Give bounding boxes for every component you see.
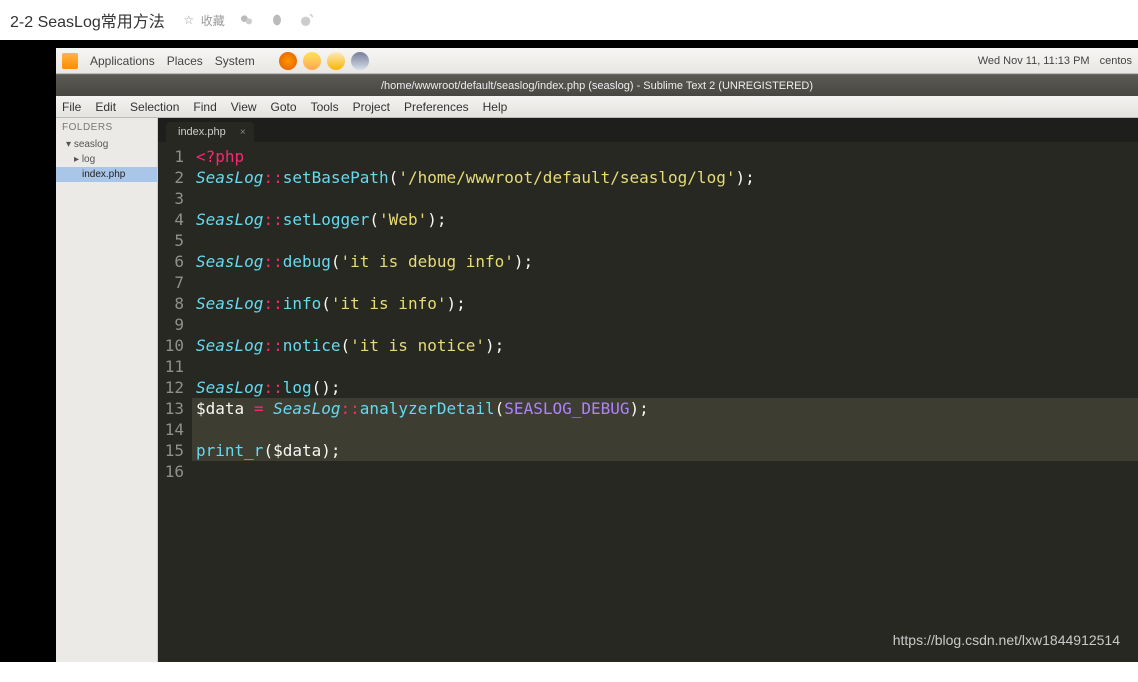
menu-project[interactable]: Project [353,100,390,114]
code-editor[interactable]: 12345678910111213141516 <?phpSeasLog::se… [158,142,1138,662]
sidebar: FOLDERS ▾ seaslog ▸ log index.php [56,118,158,662]
code-line[interactable] [192,461,1138,482]
gnome-left-section: Applications Places System [62,52,369,70]
gnome-user[interactable]: centos [1100,55,1132,67]
watermark: https://blog.csdn.net/lxw1844912514 [893,632,1120,648]
gnome-top-panel: Applications Places System Wed Nov 11, 1… [56,48,1138,74]
menu-file[interactable]: File [62,100,81,114]
page-title: 2-2 SeasLog常用方法 [10,8,165,32]
window-title-text: /home/wwwroot/default/seaslog/index.php … [381,80,813,92]
wechat-icon [239,12,255,28]
qq-icon [269,12,285,28]
menu-tools[interactable]: Tools [311,100,339,114]
sublime-window-title: /home/wwwroot/default/seaslog/index.php … [56,74,1138,96]
wechat-share-button[interactable] [239,12,255,28]
code-line[interactable] [192,188,1138,209]
tab-label: index.php [178,126,226,138]
favorite-label: 收藏 [201,12,225,29]
gnome-menu-applications[interactable]: Applications [90,54,155,68]
desktop-screenshot: Applications Places System Wed Nov 11, 1… [56,48,1138,662]
text-editor-icon[interactable] [327,52,345,70]
favorite-button[interactable]: ☆ 收藏 [181,12,225,29]
sidebar-file-index[interactable]: index.php [56,167,157,182]
gnome-menu-places[interactable]: Places [167,54,203,68]
ide-body: FOLDERS ▾ seaslog ▸ log index.php index.… [56,118,1138,662]
terminal-icon[interactable] [351,52,369,70]
star-icon: ☆ [181,12,197,28]
gnome-menu-system[interactable]: System [215,54,255,68]
qq-share-button[interactable] [269,12,285,28]
weibo-icon [299,12,315,28]
menu-selection[interactable]: Selection [130,100,179,114]
gnome-menus: Applications Places System [90,54,255,68]
code-line[interactable] [192,419,1138,440]
code-line[interactable] [192,230,1138,251]
firefox-icon[interactable] [279,52,297,70]
code-line[interactable] [192,356,1138,377]
code-line[interactable]: print_r($data); [192,440,1138,461]
code-line[interactable]: SeasLog::setLogger('Web'); [192,209,1138,230]
tab-index-php[interactable]: index.php × [166,122,254,142]
code-line[interactable]: SeasLog::log(); [192,377,1138,398]
code-line[interactable]: SeasLog::notice('it is notice'); [192,335,1138,356]
code-line[interactable]: $data = SeasLog::analyzerDetail(SEASLOG_… [192,398,1138,419]
menu-find[interactable]: Find [193,100,216,114]
code-line[interactable]: SeasLog::info('it is info'); [192,293,1138,314]
weibo-share-button[interactable] [299,12,315,28]
menu-view[interactable]: View [231,100,257,114]
editor-area: index.php × 12345678910111213141516 <?ph… [158,118,1138,662]
page-header: 2-2 SeasLog常用方法 ☆ 收藏 [0,0,1138,40]
code-line[interactable] [192,272,1138,293]
gnome-foot-icon[interactable] [62,53,78,69]
sublime-menu-bar: File Edit Selection Find View Goto Tools Projec… [56,96,1138,118]
code-line[interactable]: SeasLog::setBasePath('/home/wwwroot/defa… [192,167,1138,188]
header-actions: ☆ 收藏 [181,12,315,29]
sidebar-header: FOLDERS [56,118,157,137]
code-line[interactable] [192,314,1138,335]
menu-edit[interactable]: Edit [95,100,116,114]
line-numbers: 12345678910111213141516 [158,146,192,662]
gnome-datetime[interactable]: Wed Nov 11, 11:13 PM [978,55,1090,67]
menu-help[interactable]: Help [483,100,508,114]
gnome-right-section: Wed Nov 11, 11:13 PM centos [978,55,1132,67]
sidebar-root-folder[interactable]: ▾ seaslog [56,137,157,152]
close-icon[interactable]: × [240,127,246,138]
code-content[interactable]: <?phpSeasLog::setBasePath('/home/wwwroot… [192,146,1138,662]
code-line[interactable]: SeasLog::debug('it is debug info'); [192,251,1138,272]
video-container: Applications Places System Wed Nov 11, 1… [0,40,1138,662]
menu-goto[interactable]: Goto [271,100,297,114]
gnome-launcher-icons [279,52,369,70]
tab-bar: index.php × [158,118,1138,142]
code-line[interactable]: <?php [192,146,1138,167]
menu-preferences[interactable]: Preferences [404,100,469,114]
file-manager-icon[interactable] [303,52,321,70]
sidebar-folder-log[interactable]: ▸ log [56,152,157,167]
